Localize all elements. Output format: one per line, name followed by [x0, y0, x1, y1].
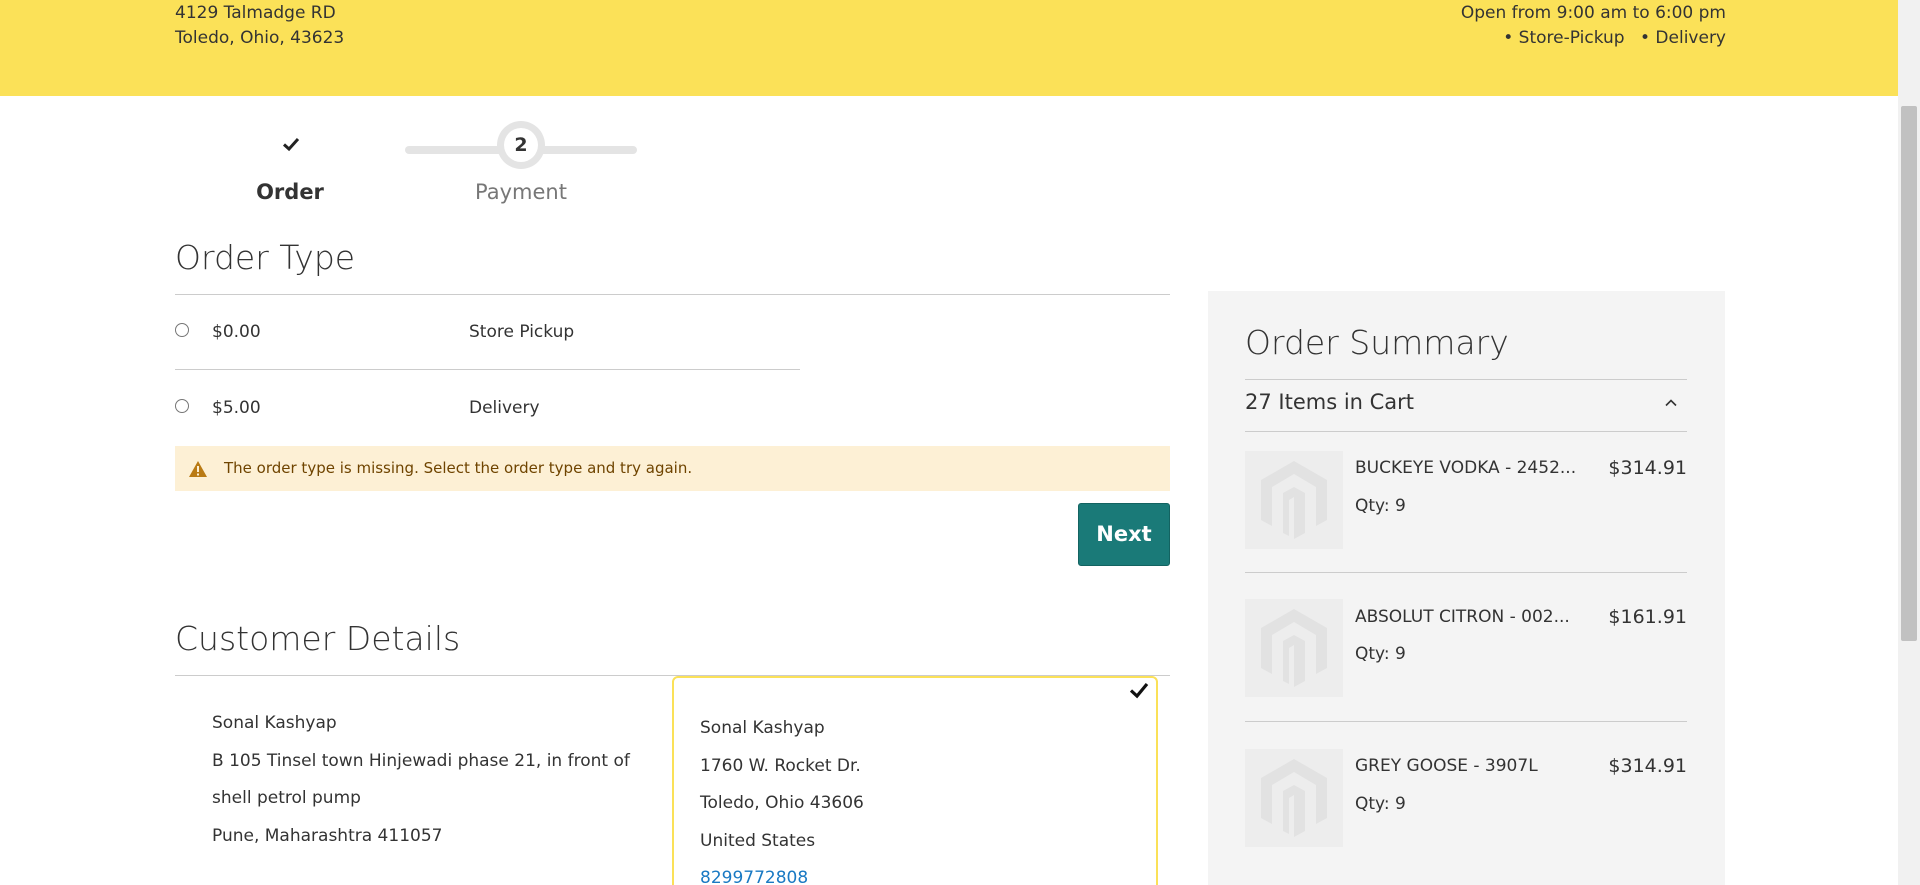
error-text: The order type is missing. Select the or… [224, 459, 693, 477]
billing-street2: shell petrol pump [212, 788, 361, 808]
product-price: $314.91 [1608, 755, 1687, 777]
product-price: $161.91 [1608, 606, 1687, 628]
option-name-delivery[interactable]: Delivery [469, 398, 540, 418]
product-name: GREY GOOSE - 3907L [1355, 756, 1538, 776]
product-name: ABSOLUT CITRON - 002... [1355, 607, 1570, 627]
customer-details-title: Customer Details [175, 619, 461, 658]
step-order-label[interactable]: Order [240, 180, 340, 204]
product-thumbnail [1245, 451, 1343, 549]
shipping-country: United States [700, 830, 816, 851]
divider [1245, 431, 1687, 432]
divider [175, 294, 1170, 295]
scrollbar-thumb[interactable] [1901, 106, 1917, 641]
selected-check-icon [1129, 680, 1149, 704]
divider [1245, 379, 1687, 380]
billing-street: B 105 Tinsel town Hinjewadi phase 21, in… [212, 750, 630, 771]
cart-items-count[interactable]: 27 Items in Cart [1245, 390, 1414, 414]
shipping-street: 1760 W. Rocket Dr. [700, 755, 861, 776]
option-name-store-pickup[interactable]: Store Pickup [469, 322, 574, 342]
radio-delivery[interactable] [175, 399, 189, 413]
shipping-address-lines: Sonal Kashyap 1760 W. Rocket Dr. Toledo,… [700, 710, 864, 885]
order-type-title: Order Type [175, 238, 356, 277]
product-price: $314.91 [1608, 457, 1687, 479]
product-name: BUCKEYE VODKA - 2452... [1355, 458, 1577, 478]
billing-address: Sonal Kashyap B 105 Tinsel town Hinjewad… [212, 705, 632, 855]
product-qty: Qty: 9 [1355, 794, 1406, 814]
shipping-phone-link[interactable]: 8299772808 [700, 860, 864, 885]
option-price-store-pickup: $0.00 [212, 322, 261, 342]
store-info-bar: 4129 Talmadge RD Toledo, Ohio, 43623 Ope… [0, 0, 1898, 96]
divider [175, 369, 800, 370]
page-scrollbar[interactable] [1898, 0, 1920, 885]
divider [1245, 572, 1687, 573]
billing-city: Pune, Maharashtra 411057 [212, 825, 443, 846]
store-services: • Store-Pickup • Delivery [1461, 26, 1726, 51]
service-delivery: • Delivery [1640, 28, 1726, 48]
billing-name: Sonal Kashyap [212, 713, 337, 733]
product-qty: Qty: 9 [1355, 644, 1406, 664]
store-address-line1: 4129 Talmadge RD [175, 3, 336, 23]
error-message: The order type is missing. Select the or… [175, 446, 1170, 491]
shipping-city: Toledo, Ohio 43606 [700, 793, 864, 813]
check-icon [282, 135, 300, 153]
store-address: 4129 Talmadge RD Toledo, Ohio, 43623 [175, 1, 344, 51]
product-qty: Qty: 9 [1355, 496, 1406, 516]
radio-store-pickup[interactable] [175, 323, 189, 337]
divider [1245, 721, 1687, 722]
service-store-pickup: • Store-Pickup [1503, 28, 1625, 48]
next-button[interactable]: Next [1078, 503, 1170, 566]
step-payment-label: Payment [475, 180, 567, 204]
order-summary-title: Order Summary [1245, 323, 1509, 362]
chevron-up-icon[interactable] [1664, 395, 1678, 409]
shipping-address-card[interactable]: Sonal Kashyap 1760 W. Rocket Dr. Toledo,… [672, 676, 1158, 885]
product-thumbnail [1245, 749, 1343, 847]
step-payment-number: 2 [504, 128, 538, 162]
order-summary: Order Summary 27 Items in Cart BUCKEYE V… [1208, 291, 1725, 885]
shipping-name: Sonal Kashyap [700, 718, 825, 738]
store-address-line2: Toledo, Ohio, 43623 [175, 28, 345, 48]
option-price-delivery: $5.00 [212, 398, 261, 418]
product-thumbnail [1245, 599, 1343, 697]
warning-icon [188, 460, 208, 478]
store-hours-block: Open from 9:00 am to 6:00 pm • Store-Pic… [1461, 1, 1726, 51]
store-hours: Open from 9:00 am to 6:00 pm [1460, 3, 1726, 23]
